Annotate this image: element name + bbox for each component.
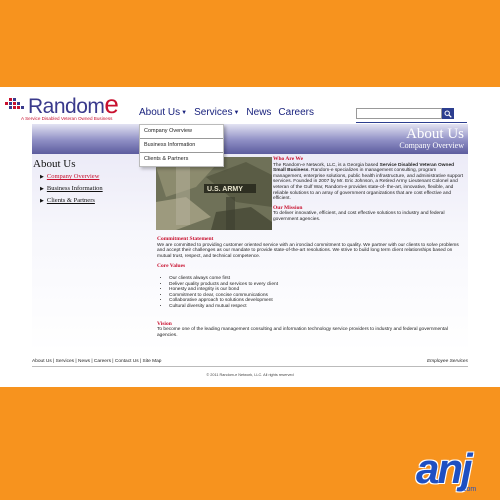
website-frame: Randome A Service Disabled Veteran Owned… xyxy=(0,87,500,387)
footer-link-about-us[interactable]: About Us xyxy=(32,359,52,364)
logo-squares-icon xyxy=(5,97,29,111)
banner-subtitle: Company Overview xyxy=(399,141,464,150)
anj-logo-text: anj xyxy=(416,445,473,492)
footer-link-site-map[interactable]: Site Map xyxy=(143,359,162,364)
commitment-section: Commitment Statement We are committed to… xyxy=(157,236,465,338)
menu-item-business-information[interactable]: Business Information xyxy=(140,139,223,153)
arrow-right-icon: ▶ xyxy=(40,187,44,192)
anj-logo: anj .com xyxy=(416,445,496,497)
caret-down-icon: ▼ xyxy=(181,110,188,116)
footer-link-contact-us[interactable]: Contact Us xyxy=(115,359,139,364)
footer-divider xyxy=(32,366,468,367)
arrow-right-icon: ▶ xyxy=(40,175,44,180)
list-item: Cultural diversity and mutual respect xyxy=(169,304,465,310)
vision-text: To become one of the leading management … xyxy=(157,327,448,338)
anj-logo-domain: .com xyxy=(461,486,477,493)
caret-down-icon: ▼ xyxy=(233,110,240,116)
soldier-uniform-image: U.S. ARMY xyxy=(156,157,272,230)
search-button[interactable] xyxy=(442,108,454,119)
search-icon xyxy=(444,110,452,118)
search-input[interactable] xyxy=(356,108,442,119)
sidebar-nav: ▶ Company Overview ▶ Business Information … xyxy=(40,172,103,208)
sidebar-item-business-information[interactable]: ▶ Business Information xyxy=(40,184,103,196)
nav-about-us[interactable]: About Us▼ xyxy=(139,107,187,121)
page-banner: About Us Company Overview xyxy=(32,124,468,154)
nav-careers[interactable]: Careers xyxy=(278,107,314,121)
commitment-text: We are committed to providing customer o… xyxy=(157,242,459,259)
logo-tagline: A Service Disabled Veteran Owned Busines… xyxy=(21,116,113,121)
footer-link-careers[interactable]: Careers xyxy=(94,359,111,364)
main-nav: About Us▼ Services▼ News Careers xyxy=(139,107,321,121)
sidebar-item-company-overview[interactable]: ▶ Company Overview xyxy=(40,172,103,184)
svg-text:U.S. ARMY: U.S. ARMY xyxy=(207,186,243,193)
about-us-dropdown-menu: Company Overview Business Information Cl… xyxy=(139,124,224,167)
banner-title: About Us xyxy=(406,126,464,142)
header-rule xyxy=(356,122,467,123)
menu-item-clients-partners[interactable]: Clients & Partners xyxy=(140,153,223,166)
who-are-we-text: The Random-e Network, LLC, is a Georgia … xyxy=(273,162,464,202)
sidebar-title: About Us xyxy=(33,158,76,170)
arrow-right-icon: ▶ xyxy=(40,199,44,204)
employee-services-link[interactable]: Employee Services xyxy=(427,359,468,364)
copyright-text: © 2011 Random-e Network, LLC. All rights… xyxy=(206,373,294,377)
logo-wordmark: Randome xyxy=(28,89,119,119)
mission-text: To deliver innovative, efficient, and co… xyxy=(273,211,445,222)
menu-item-company-overview[interactable]: Company Overview xyxy=(140,125,223,139)
content-area: About Us ▶ Company Overview ▶ Business Inf… xyxy=(32,154,468,352)
nav-services[interactable]: Services▼ xyxy=(194,107,239,121)
who-are-we-section: Who Are We The Random-e Network, LLC, is… xyxy=(273,156,465,223)
random-e-logo[interactable]: Randome A Service Disabled Veteran Owned… xyxy=(5,89,130,123)
footer-link-news[interactable]: News xyxy=(78,359,90,364)
section-heading: Core Values xyxy=(157,263,186,270)
footer-link-services[interactable]: Services xyxy=(56,359,74,364)
core-values-list: Our clients always come first Deliver qu… xyxy=(157,276,465,310)
soldier-photo: U.S. ARMY xyxy=(156,157,272,230)
search-box xyxy=(356,108,454,119)
footer-links: About Us | Services | News | Careers | C… xyxy=(32,359,162,364)
nav-news[interactable]: News xyxy=(246,107,271,121)
sidebar-item-clients-partners[interactable]: ▶ Clients & Partners xyxy=(40,196,103,208)
